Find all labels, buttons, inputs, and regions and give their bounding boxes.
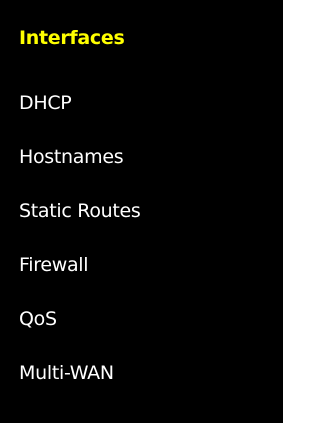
menu-item-hostnames[interactable]: Hostnames — [0, 130, 283, 184]
network-submenu: Interfaces DHCP Hostnames Static Routes … — [0, 0, 283, 423]
submenu-list: Interfaces DHCP Hostnames Static Routes … — [0, 0, 283, 400]
menu-item-multi-wan[interactable]: Multi-WAN — [0, 346, 283, 400]
menu-item-static-routes[interactable]: Static Routes — [0, 184, 283, 238]
menu-item-dhcp[interactable]: DHCP — [0, 76, 283, 130]
menu-item-firewall[interactable]: Firewall — [0, 238, 283, 292]
menu-item-interfaces[interactable]: Interfaces — [0, 0, 283, 76]
menu-item-qos[interactable]: QoS — [0, 292, 283, 346]
